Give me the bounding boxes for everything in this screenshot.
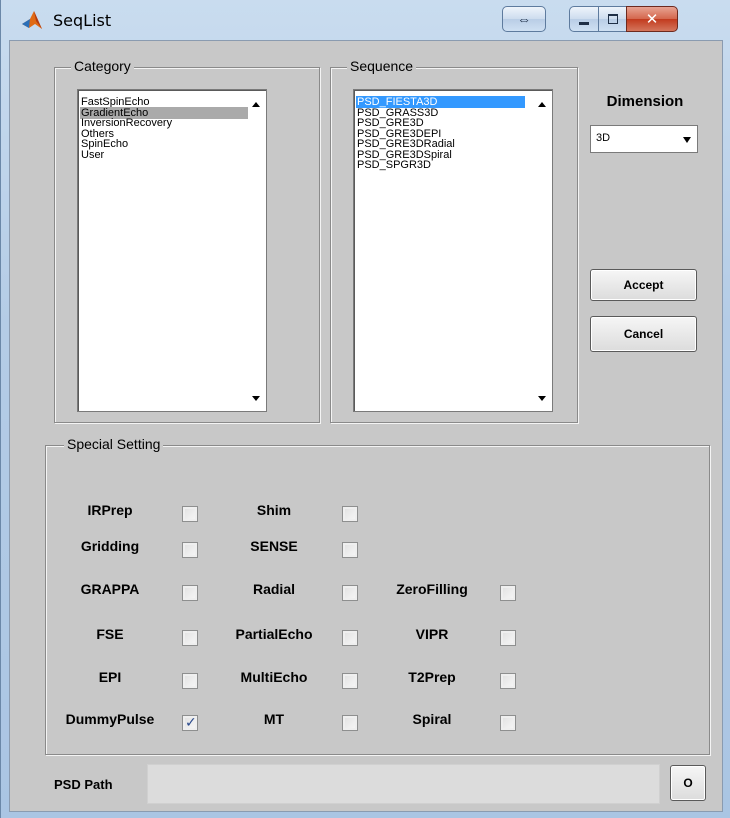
- option-label-sense: SENSE: [250, 538, 298, 554]
- scroll-down-icon[interactable]: [252, 396, 260, 401]
- list-item[interactable]: User: [80, 149, 259, 161]
- minimize-button[interactable]: [569, 6, 599, 32]
- maximize-button[interactable]: [598, 6, 627, 32]
- seqlist-window: SeqList ⇔ ✕ Category FastSpinEcho Gradien…: [0, 0, 730, 818]
- checkbox-partialecho[interactable]: [342, 630, 358, 646]
- category-scrollbar[interactable]: [248, 92, 264, 409]
- scroll-up-icon[interactable]: [252, 102, 260, 107]
- sequence-scrollbar[interactable]: [534, 92, 550, 409]
- checkbox-dummypulse[interactable]: ✓: [182, 714, 198, 731]
- special-setting-panel: Special Setting IRPrep Shim Gridding SENSE G…: [45, 436, 710, 755]
- sequence-panel: Sequence PSD_FIESTA3D PSD_GRASS3D PSD_GRE3…: [330, 58, 578, 423]
- scroll-up-icon[interactable]: [538, 102, 546, 107]
- dimension-label: Dimension: [606, 93, 684, 110]
- option-label-t2prep: T2Prep: [408, 669, 456, 685]
- checkbox-spiral[interactable]: [500, 715, 516, 731]
- checkbox-radial[interactable]: [342, 585, 358, 601]
- checkbox-gridding[interactable]: [182, 542, 198, 558]
- checkbox-epi[interactable]: [182, 673, 198, 689]
- checkbox-sense[interactable]: [342, 542, 358, 558]
- checkbox-fse[interactable]: [182, 630, 198, 646]
- maximize-icon: [607, 14, 618, 24]
- browse-path-button[interactable]: O: [670, 765, 706, 801]
- category-panel: Category FastSpinEcho GradientEcho Inversi…: [54, 58, 320, 423]
- close-button[interactable]: ✕: [626, 6, 678, 32]
- accept-button[interactable]: Accept: [590, 269, 697, 301]
- checkmark-icon: ✓: [185, 714, 197, 730]
- checkbox-shim[interactable]: [342, 506, 358, 522]
- option-label-vipr: VIPR: [415, 626, 449, 642]
- checkbox-irprep[interactable]: [182, 506, 198, 522]
- option-label-fse: FSE: [96, 626, 124, 642]
- checkbox-multiecho[interactable]: [342, 673, 358, 689]
- psd-path-field[interactable]: [147, 764, 660, 804]
- special-setting-title: Special Setting: [64, 436, 164, 452]
- option-label-spiral: Spiral: [412, 711, 452, 727]
- option-label-partialecho: PartialEcho: [235, 626, 313, 642]
- minimize-icon: [579, 21, 589, 25]
- restore-arrows-button[interactable]: ⇔: [502, 6, 546, 32]
- option-label-shim: Shim: [256, 502, 292, 518]
- option-label-epi: EPI: [98, 669, 122, 685]
- title-bar[interactable]: SeqList ⇔ ✕: [1, 0, 730, 40]
- sequence-listbox[interactable]: PSD_FIESTA3D PSD_GRASS3D PSD_GRE3D PSD_GRE3…: [353, 89, 553, 412]
- option-label-radial: Radial: [252, 581, 295, 597]
- option-label-zerofilling: ZeroFilling: [396, 581, 468, 597]
- window-title: SeqList: [53, 11, 112, 30]
- category-listbox[interactable]: FastSpinEcho GradientEcho InversionRecover…: [77, 89, 267, 412]
- option-label-multiecho: MultiEcho: [240, 669, 308, 685]
- checkbox-vipr[interactable]: [500, 630, 516, 646]
- close-icon: ✕: [645, 11, 659, 28]
- client-area: Category FastSpinEcho GradientEcho Inversi…: [9, 40, 723, 812]
- checkbox-zerofilling[interactable]: [500, 585, 516, 601]
- dimension-value: 3D: [596, 132, 611, 144]
- chevron-down-icon: [683, 137, 691, 143]
- option-label-irprep: IRPrep: [87, 502, 133, 518]
- option-label-mt: MT: [263, 711, 285, 727]
- option-label-gridding: Gridding: [80, 538, 140, 554]
- category-panel-title: Category: [71, 58, 134, 74]
- list-item[interactable]: PSD_SPGR3D: [356, 159, 525, 171]
- checkbox-t2prep[interactable]: [500, 673, 516, 689]
- psd-path-label: PSD Path: [54, 777, 113, 792]
- checkbox-grappa[interactable]: [182, 585, 198, 601]
- dimension-dropdown[interactable]: 3D: [590, 125, 698, 153]
- scroll-down-icon[interactable]: [538, 396, 546, 401]
- matlab-icon: [22, 11, 42, 29]
- double-arrow-icon: ⇔: [517, 11, 531, 27]
- option-label-grappa: GRAPPA: [80, 581, 140, 597]
- cancel-button[interactable]: Cancel: [590, 316, 697, 352]
- checkbox-mt[interactable]: [342, 715, 358, 731]
- sequence-panel-title: Sequence: [347, 58, 417, 74]
- option-label-dummypulse: DummyPulse: [65, 711, 155, 727]
